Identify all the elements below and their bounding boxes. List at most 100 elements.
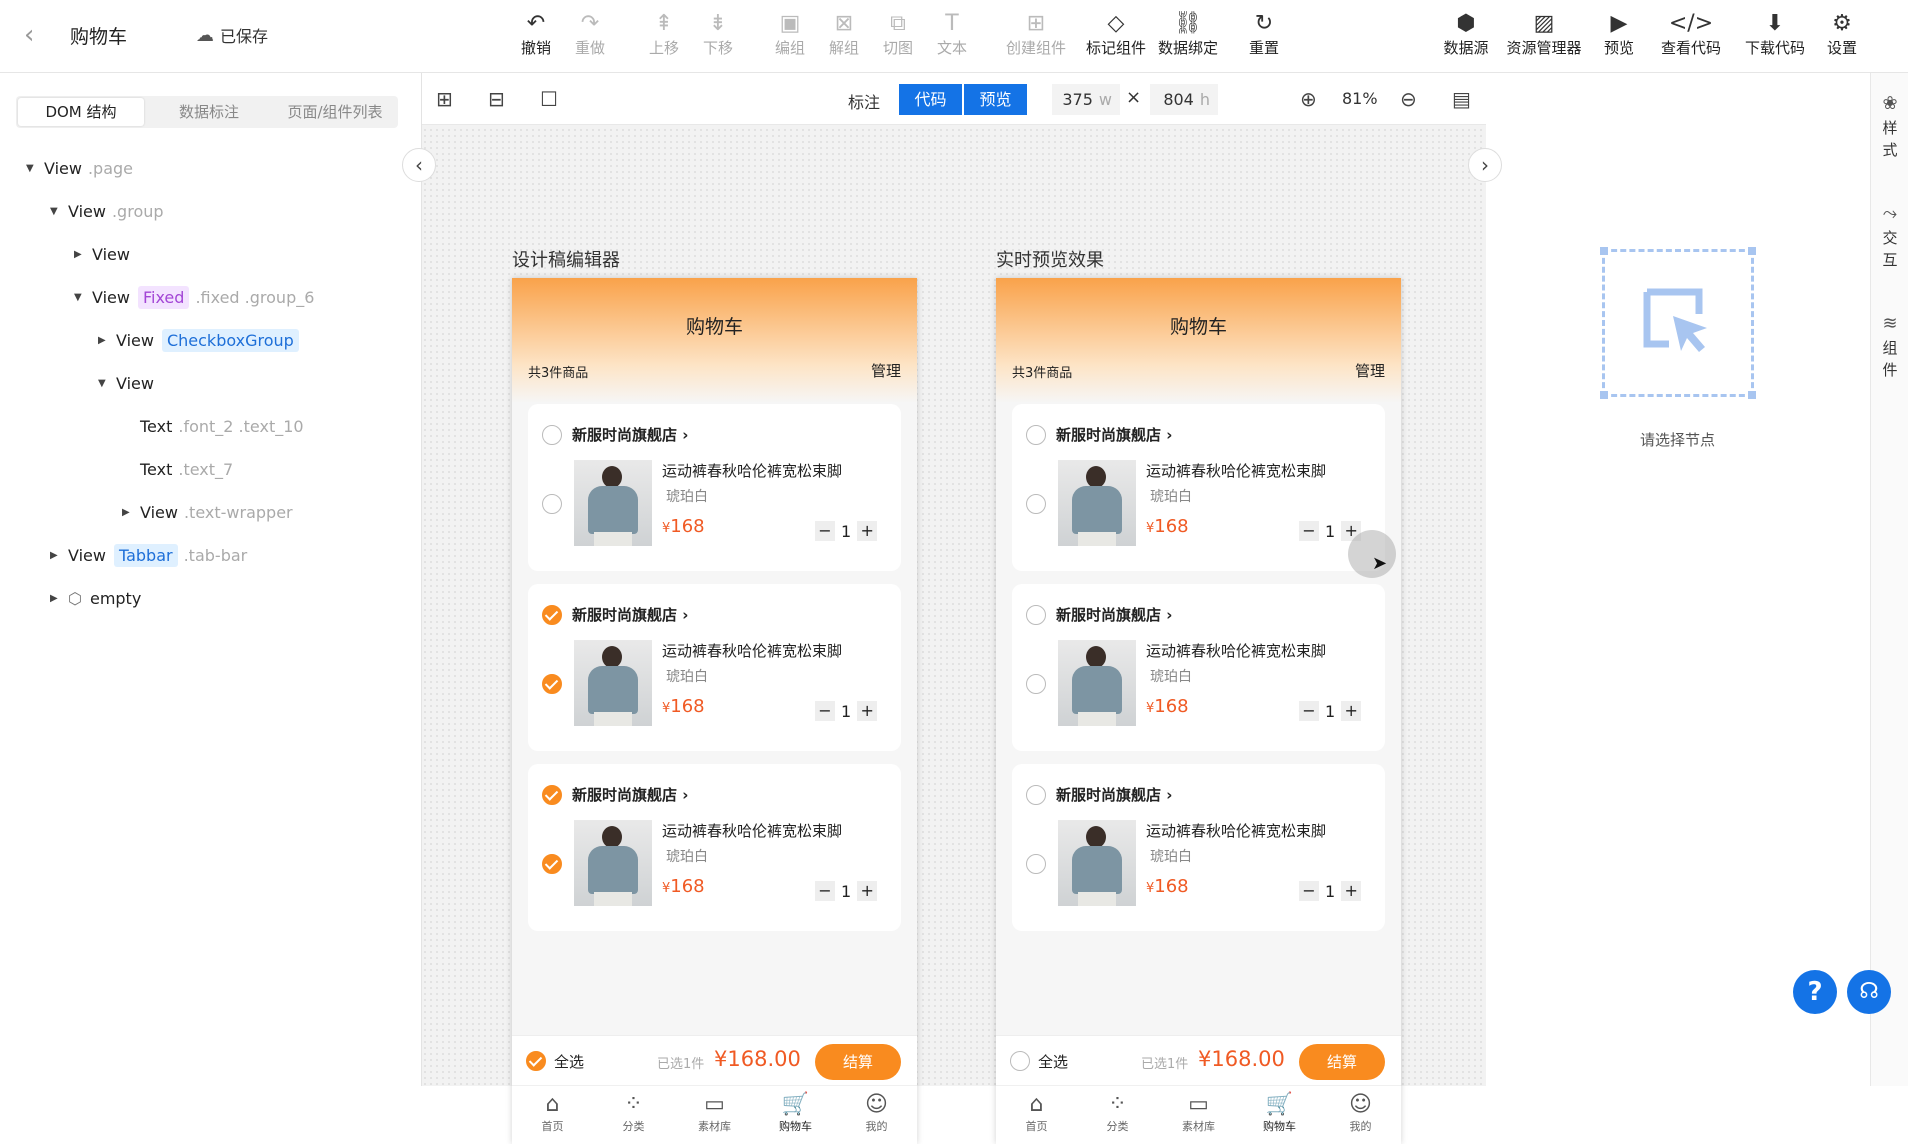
toolbar-link-button[interactable]: ⛓ 数据绑定 [1146, 10, 1230, 58]
tree-node[interactable]: ▼ View .group [50, 196, 164, 226]
shop-checkbox[interactable] [542, 785, 562, 805]
mode-preview-button[interactable]: 预览 [964, 84, 1027, 115]
toolbar-download-button[interactable]: ⬇ 下载代码 [1733, 10, 1817, 58]
item-checkbox[interactable] [1026, 854, 1046, 874]
item-checkbox[interactable] [542, 854, 562, 874]
tree-node[interactable]: ▶ ⬡ empty [50, 583, 141, 613]
plus-button[interactable]: + [857, 881, 878, 901]
shop-name[interactable]: 新服时尚旗舰店 › [1056, 424, 1172, 445]
minus-button[interactable]: − [1299, 881, 1319, 901]
height-input[interactable]: 804 h [1150, 84, 1218, 115]
item-checkbox[interactable] [542, 674, 562, 694]
mode-code-button[interactable]: 代码 [899, 84, 962, 115]
shop-checkbox[interactable] [1026, 425, 1046, 445]
manage-button[interactable]: 管理 [1355, 360, 1385, 381]
frame-icon[interactable]: ☐ [540, 87, 558, 111]
tree-arrow-icon[interactable]: ▶ [122, 507, 140, 518]
tree-arrow-icon[interactable]: ▶ [74, 249, 92, 260]
toolbar-datasource-button[interactable]: ⬢ 数据源 [1433, 10, 1499, 58]
zoom-in-icon[interactable]: ⊕ [1300, 87, 1317, 111]
minus-button[interactable]: − [815, 701, 835, 721]
toolbar-move-down-button[interactable]: ⇟ 下移 [685, 10, 751, 58]
zoom-out-icon[interactable]: ⊖ [1400, 87, 1417, 111]
toolbar-image-button[interactable]: ▨ 资源管理器 [1502, 10, 1586, 58]
shop-checkbox[interactable] [542, 425, 562, 445]
side-tab-component[interactable]: ≋ 组件 [1871, 313, 1908, 381]
fit-screen-icon[interactable]: ▤ [1452, 87, 1471, 111]
tree-node[interactable]: Text .font_2 .text_10 [122, 411, 304, 441]
shop-name[interactable]: 新服时尚旗舰店 › [1056, 784, 1172, 805]
item-checkbox[interactable] [1026, 674, 1046, 694]
minus-button[interactable]: − [815, 521, 835, 541]
collapse-left-button[interactable]: ‹ [402, 148, 436, 182]
tree-node[interactable]: ▼ View .page [26, 153, 133, 183]
checkout-button[interactable]: 结算 [815, 1044, 901, 1080]
tab-category[interactable]: ⁘ 分类 [1077, 1086, 1158, 1144]
manage-button[interactable]: 管理 [871, 360, 901, 381]
select-all-checkbox[interactable] [1010, 1051, 1030, 1071]
toolbar-gear-button[interactable]: ⚙ 设置 [1809, 10, 1875, 58]
toolbar-text-button[interactable]: T 文本 [919, 10, 985, 58]
tree-arrow-icon[interactable]: ▶ [98, 335, 116, 346]
item-checkbox[interactable] [542, 494, 562, 514]
tab-cart[interactable]: 🛒 购物车 [1239, 1086, 1320, 1144]
tab-dom-structure[interactable]: DOM 结构 [18, 98, 144, 126]
select-all-label[interactable]: 全选 [554, 1051, 584, 1072]
tab-folder[interactable]: ▭ 素材库 [1158, 1086, 1239, 1144]
toolbar-code-button[interactable]: </> 查看代码 [1649, 10, 1733, 58]
shop-checkbox[interactable] [1026, 605, 1046, 625]
shop-name[interactable]: 新服时尚旗舰店 › [572, 424, 688, 445]
width-input[interactable]: 375 w [1052, 84, 1120, 115]
tab-page-component-list[interactable]: 页面/组件列表 [272, 96, 398, 128]
tree-node[interactable]: ▼ View [98, 368, 154, 398]
minus-button[interactable]: − [1299, 701, 1319, 721]
toolbar-redo-button[interactable]: ↷ 重做 [557, 10, 623, 58]
toolbar-reset-button[interactable]: ↻ 重置 [1231, 10, 1297, 58]
tree-arrow-icon[interactable]: ▼ [74, 292, 92, 303]
shop-name[interactable]: 新服时尚旗舰店 › [572, 604, 688, 625]
layout-icon[interactable]: ⊟ [488, 87, 505, 111]
tree-node[interactable]: ▼ View Fixed .fixed .group_6 [74, 282, 314, 312]
help-button[interactable]: ? [1793, 970, 1837, 1014]
minus-button[interactable]: − [815, 881, 835, 901]
tab-folder[interactable]: ▭ 素材库 [674, 1086, 755, 1144]
side-tab-style[interactable]: ❀ 样式 [1871, 93, 1908, 161]
tree-arrow-icon[interactable]: ▼ [50, 206, 68, 217]
tree-arrow-icon[interactable]: ▶ [50, 593, 68, 604]
plus-button[interactable]: + [1341, 701, 1362, 721]
tab-category[interactable]: ⁘ 分类 [593, 1086, 674, 1144]
tab-user[interactable]: ☺ 我的 [1320, 1086, 1401, 1144]
plus-button[interactable]: + [857, 521, 878, 541]
plus-button[interactable]: + [1341, 881, 1362, 901]
add-frame-icon[interactable]: ⊞ [436, 87, 453, 111]
minus-button[interactable]: − [1299, 521, 1319, 541]
support-button[interactable]: ☊ [1847, 970, 1891, 1014]
checkout-button[interactable]: 结算 [1299, 1044, 1385, 1080]
tab-home[interactable]: ⌂ 首页 [512, 1086, 593, 1144]
tree-node[interactable]: ▶ View CheckboxGroup [98, 325, 299, 355]
tree-node[interactable]: ▶ View [74, 239, 130, 269]
plus-button[interactable]: + [857, 701, 878, 721]
toolbar-play-button[interactable]: ▶ 预览 [1586, 10, 1652, 58]
tree-node[interactable]: ▶ View Tabbar .tab-bar [50, 540, 247, 570]
select-all-checkbox[interactable] [526, 1051, 546, 1071]
item-checkbox[interactable] [1026, 494, 1046, 514]
tree-node[interactable]: Text .text_7 [122, 454, 233, 484]
shop-name[interactable]: 新服时尚旗舰店 › [572, 784, 688, 805]
shop-name[interactable]: 新服时尚旗舰店 › [1056, 604, 1172, 625]
tree-node[interactable]: ▶ View .text-wrapper [122, 497, 293, 527]
select-all-label[interactable]: 全选 [1038, 1051, 1068, 1072]
tab-data-annotation[interactable]: 数据标注 [146, 96, 272, 128]
tree-arrow-icon[interactable]: ▼ [98, 378, 116, 389]
toolbar-create-component-button[interactable]: ⊞ 创建组件 [994, 10, 1078, 58]
shop-checkbox[interactable] [1026, 785, 1046, 805]
tab-cart[interactable]: 🛒 购物车 [755, 1086, 836, 1144]
tab-user[interactable]: ☺ 我的 [836, 1086, 917, 1144]
back-icon[interactable]: ‹ [24, 22, 34, 48]
tree-arrow-icon[interactable]: ▼ [26, 163, 44, 174]
tree-arrow-icon[interactable]: ▶ [50, 550, 68, 561]
side-tab-interaction[interactable]: ⤳ 交互 [1871, 203, 1908, 271]
expand-right-button[interactable]: › [1468, 148, 1502, 182]
shop-checkbox[interactable] [542, 605, 562, 625]
tab-home[interactable]: ⌂ 首页 [996, 1086, 1077, 1144]
